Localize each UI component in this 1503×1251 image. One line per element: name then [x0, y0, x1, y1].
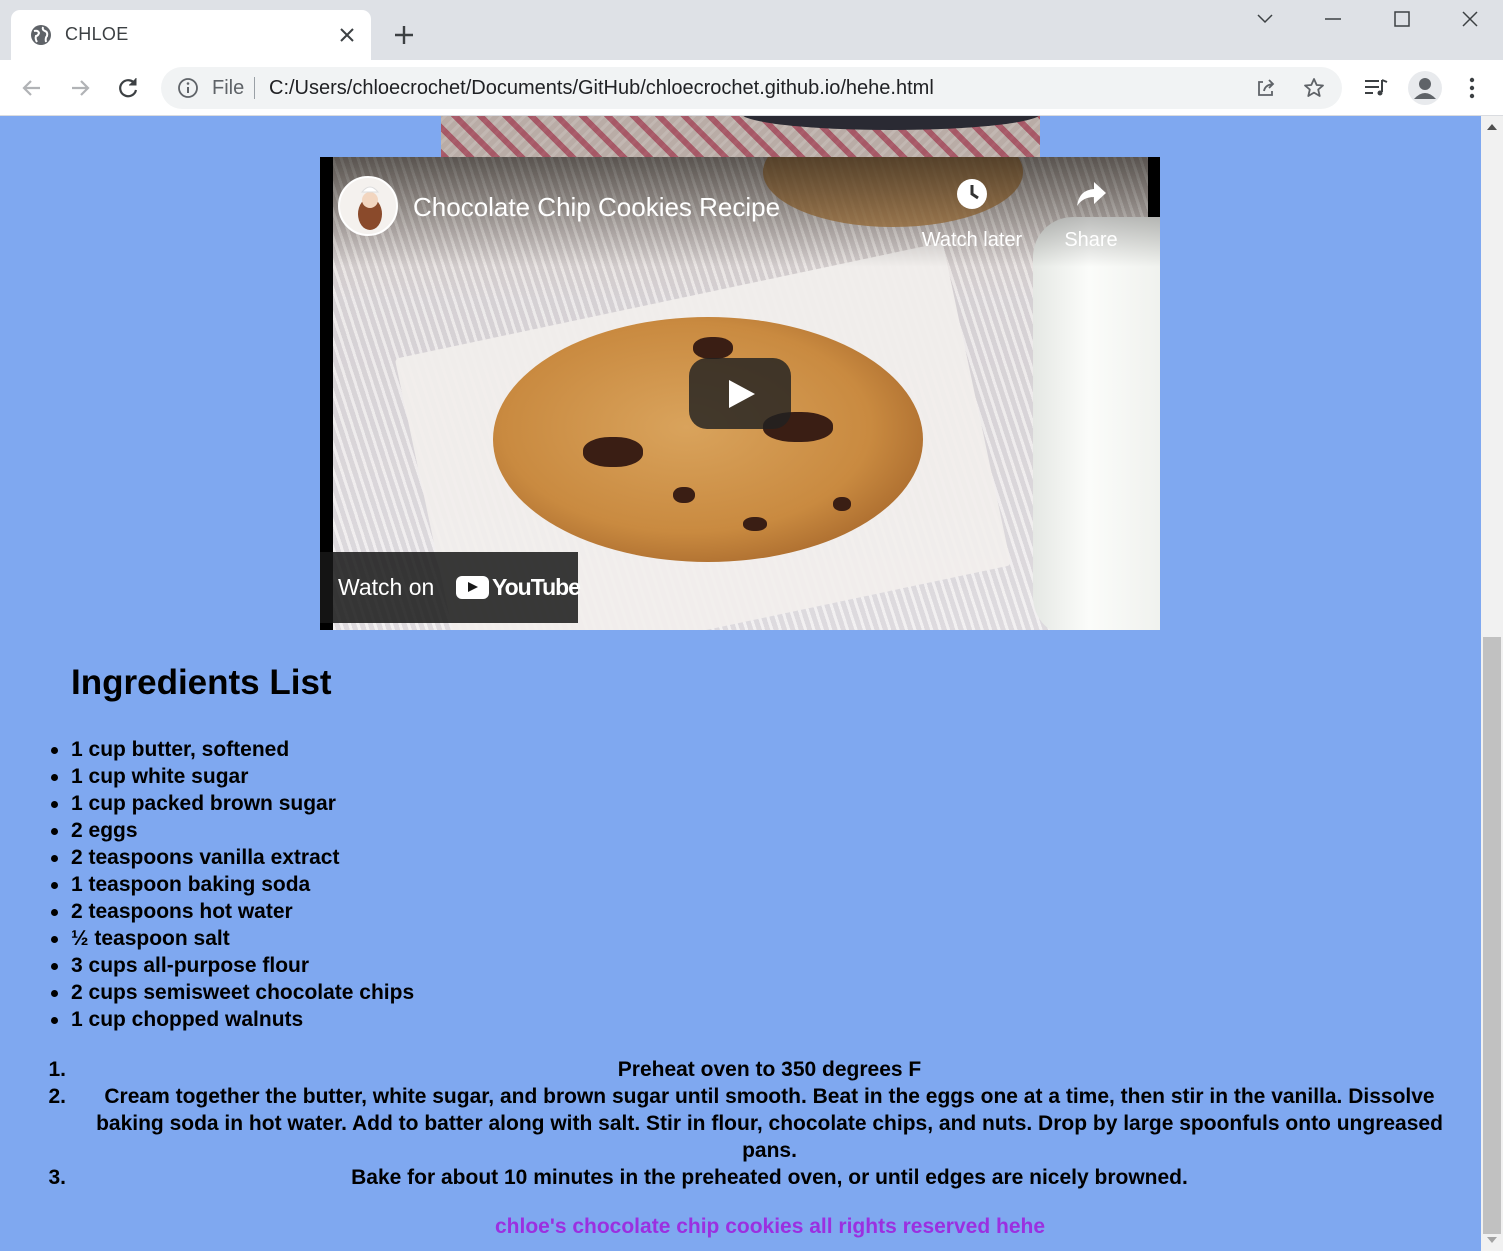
step-item: 3. Bake for about 10 minutes in the preh…: [48, 1164, 1463, 1191]
minimize-icon[interactable]: [1318, 6, 1348, 34]
bookmark-star-icon[interactable]: [1302, 76, 1326, 100]
step-text: Preheat oven to 350 degrees F: [617, 1058, 922, 1081]
ingredient-item: 1 cup butter, softened: [50, 736, 414, 763]
scroll-thumb[interactable]: [1483, 637, 1501, 1234]
reload-icon[interactable]: [114, 74, 142, 102]
ingredient-item: 3 cups all-purpose flour: [50, 952, 414, 979]
share-label: Share: [1064, 229, 1118, 251]
page-scrollbar[interactable]: [1481, 116, 1503, 1251]
tab-search-icon[interactable]: [1250, 6, 1280, 34]
close-window-icon[interactable]: [1455, 6, 1485, 34]
more-menu-icon[interactable]: [1458, 74, 1486, 102]
maximize-icon[interactable]: [1387, 6, 1417, 34]
tab-title: CHLOE: [65, 24, 129, 44]
youtube-embed[interactable]: Chocolate Chip Cookies Recipe Watch late…: [320, 157, 1160, 630]
watch-later-button[interactable]: Watch later: [916, 177, 1028, 252]
watch-later-label: Watch later: [921, 229, 1023, 251]
back-arrow-icon[interactable]: [18, 74, 46, 102]
watch-on-youtube-button[interactable]: Watch on YouTube: [320, 552, 581, 623]
ingredient-item: 2 teaspoons hot water: [50, 898, 414, 925]
url-text[interactable]: C:/Users/chloecrochet/Documents/GitHub/c…: [269, 77, 934, 100]
browser-toolbar: File C:/Users/chloecrochet/Documents/Git…: [0, 60, 1503, 116]
step-number: 2.: [48, 1085, 66, 1108]
tab-strip: CHLOE: [0, 0, 1503, 60]
ingredient-item: 1 teaspoon baking soda: [50, 871, 414, 898]
ingredient-item: 2 cups semisweet chocolate chips: [50, 981, 415, 1004]
page-viewport: Chocolate Chip Cookies Recipe Watch late…: [0, 116, 1481, 1251]
ingredient-item: 2 eggs: [50, 817, 414, 844]
share-arrow-icon: [1077, 182, 1106, 206]
step-item: 2. Cream together the butter, white suga…: [48, 1083, 1463, 1164]
clock-icon: [957, 179, 987, 209]
globe-icon: [31, 25, 51, 45]
scroll-up-arrow-icon[interactable]: [1487, 124, 1497, 130]
close-tab-icon[interactable]: [337, 25, 357, 45]
cookie-photo-top: [441, 116, 1040, 157]
step-text: Cream together the butter, white sugar, …: [96, 1085, 1443, 1162]
media-queue-icon[interactable]: [1362, 74, 1390, 102]
play-icon: [729, 380, 755, 408]
ingredient-item: 1 cup packed brown sugar: [50, 790, 414, 817]
video-title[interactable]: Chocolate Chip Cookies Recipe: [413, 192, 780, 223]
footer-text: chloe's chocolate chip cookies all right…: [494, 1215, 1046, 1238]
address-bar[interactable]: File C:/Users/chloecrochet/Documents/Git…: [161, 67, 1342, 109]
ingredient-item: 1 cup white sugar: [50, 763, 414, 790]
ingredient-item: 1 cup chopped walnuts: [50, 1006, 414, 1033]
ingredients-list: 1 cup butter, softened 1 cup white sugar…: [50, 736, 415, 1033]
channel-avatar[interactable]: [338, 176, 398, 236]
browser-tab[interactable]: CHLOE: [11, 10, 371, 60]
scroll-down-arrow-icon[interactable]: [1487, 1237, 1497, 1243]
scheme-label: File: [212, 77, 245, 99]
ingredient-item: 2 teaspoons vanilla extract: [50, 844, 414, 871]
play-button[interactable]: [689, 358, 791, 429]
info-icon[interactable]: [177, 77, 199, 99]
ingredients-heading: Ingredients List: [71, 663, 332, 702]
person-icon: [1414, 78, 1436, 99]
share-icon[interactable]: [1254, 76, 1278, 100]
ingredient-item: ½ teaspoon salt: [50, 925, 414, 952]
omnibox-divider: [254, 77, 255, 99]
step-item: 1. Preheat oven to 350 degrees F: [48, 1056, 1463, 1083]
profile-avatar[interactable]: [1408, 71, 1442, 105]
forward-arrow-icon[interactable]: [66, 74, 94, 102]
watch-on-label: Watch on: [338, 574, 435, 600]
step-number: 1.: [48, 1058, 66, 1081]
youtube-logo-icon: YouTube: [456, 574, 581, 600]
cookie-image: [493, 317, 923, 562]
step-text: Bake for about 10 minutes in the preheat…: [351, 1166, 1188, 1189]
recipe-steps: 1. Preheat oven to 350 degrees F 2. Crea…: [48, 1056, 1463, 1191]
youtube-wordmark: YouTube: [492, 574, 581, 600]
new-tab-icon[interactable]: [392, 23, 416, 47]
step-number: 3.: [48, 1166, 66, 1189]
share-video-button[interactable]: Share: [1054, 177, 1128, 252]
